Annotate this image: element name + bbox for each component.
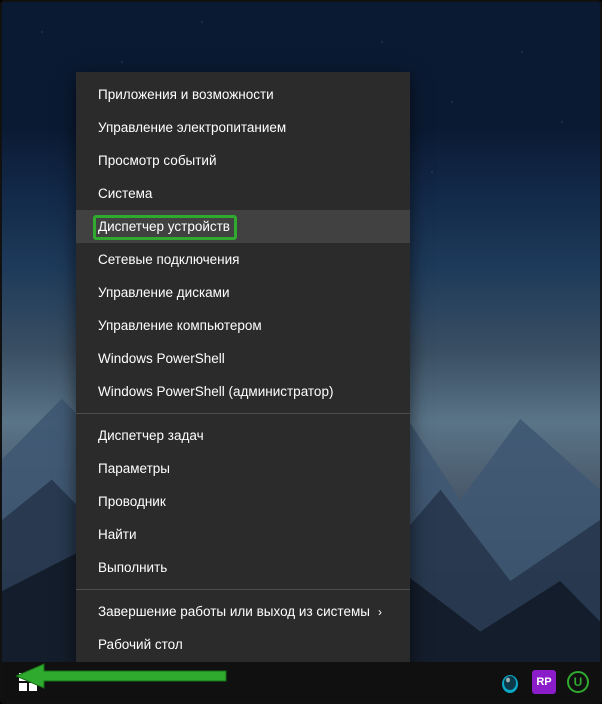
menu-item[interactable]: Проводник <box>76 485 410 518</box>
menu-item-label: Приложения и возможности <box>98 87 274 102</box>
taskbar: RP U <box>2 662 600 702</box>
tray-app-icon-u[interactable]: U <box>566 670 590 694</box>
menu-item[interactable]: Выполнить <box>76 551 410 584</box>
menu-item[interactable]: Параметры <box>76 452 410 485</box>
menu-item-label: Выполнить <box>98 560 167 575</box>
menu-item[interactable]: Найти <box>76 518 410 551</box>
menu-separator <box>76 413 410 414</box>
windows-logo-icon <box>19 673 37 691</box>
menu-item-label: Просмотр событий <box>98 153 217 168</box>
tray-app-icon-1[interactable] <box>498 670 522 694</box>
menu-item-label: Сетевые подключения <box>98 252 240 267</box>
menu-item[interactable]: Windows PowerShell (администратор) <box>76 375 410 408</box>
menu-item-label: Windows PowerShell <box>98 351 225 366</box>
menu-item[interactable]: Диспетчер устройств <box>76 210 410 243</box>
tray-app-icon-rp[interactable]: RP <box>532 670 556 694</box>
menu-separator <box>76 589 410 590</box>
menu-item[interactable]: Система <box>76 177 410 210</box>
menu-item[interactable]: Сетевые подключения <box>76 243 410 276</box>
menu-item-label: Управление компьютером <box>98 318 262 333</box>
menu-item-label: Найти <box>98 527 137 542</box>
menu-item-label: Управление дисками <box>98 285 230 300</box>
menu-item[interactable]: Завершение работы или выход из системы › <box>76 595 410 628</box>
system-tray: RP U <box>492 670 596 694</box>
menu-item[interactable]: Управление электропитанием <box>76 111 410 144</box>
menu-item-label: Проводник <box>98 494 166 509</box>
menu-item-label: Система <box>98 186 152 201</box>
menu-item[interactable]: Приложения и возможности <box>76 78 410 111</box>
window-frame: Приложения и возможности Управление элект… <box>0 0 602 704</box>
menu-item[interactable]: Управление дисками <box>76 276 410 309</box>
start-button[interactable] <box>6 662 50 702</box>
menu-item-label: Диспетчер устройств <box>98 219 230 234</box>
menu-item-label: Windows PowerShell (администратор) <box>98 384 333 399</box>
menu-item[interactable]: Windows PowerShell <box>76 342 410 375</box>
menu-item[interactable]: Диспетчер задач <box>76 419 410 452</box>
menu-item[interactable]: Рабочий стол <box>76 628 410 661</box>
menu-item-label: Диспетчер задач <box>98 428 204 443</box>
menu-item-label: Управление электропитанием <box>98 120 286 135</box>
rp-badge-label: RP <box>532 670 556 694</box>
menu-item-label: Рабочий стол <box>98 637 183 652</box>
menu-item-label: Завершение работы или выход из системы <box>98 604 370 619</box>
u-circle-label: U <box>567 671 589 693</box>
menu-item-label: Параметры <box>98 461 170 476</box>
winx-context-menu: Приложения и возможности Управление элект… <box>76 72 410 667</box>
chevron-right-icon: › <box>378 605 382 619</box>
menu-item[interactable]: Управление компьютером <box>76 309 410 342</box>
menu-item[interactable]: Просмотр событий <box>76 144 410 177</box>
